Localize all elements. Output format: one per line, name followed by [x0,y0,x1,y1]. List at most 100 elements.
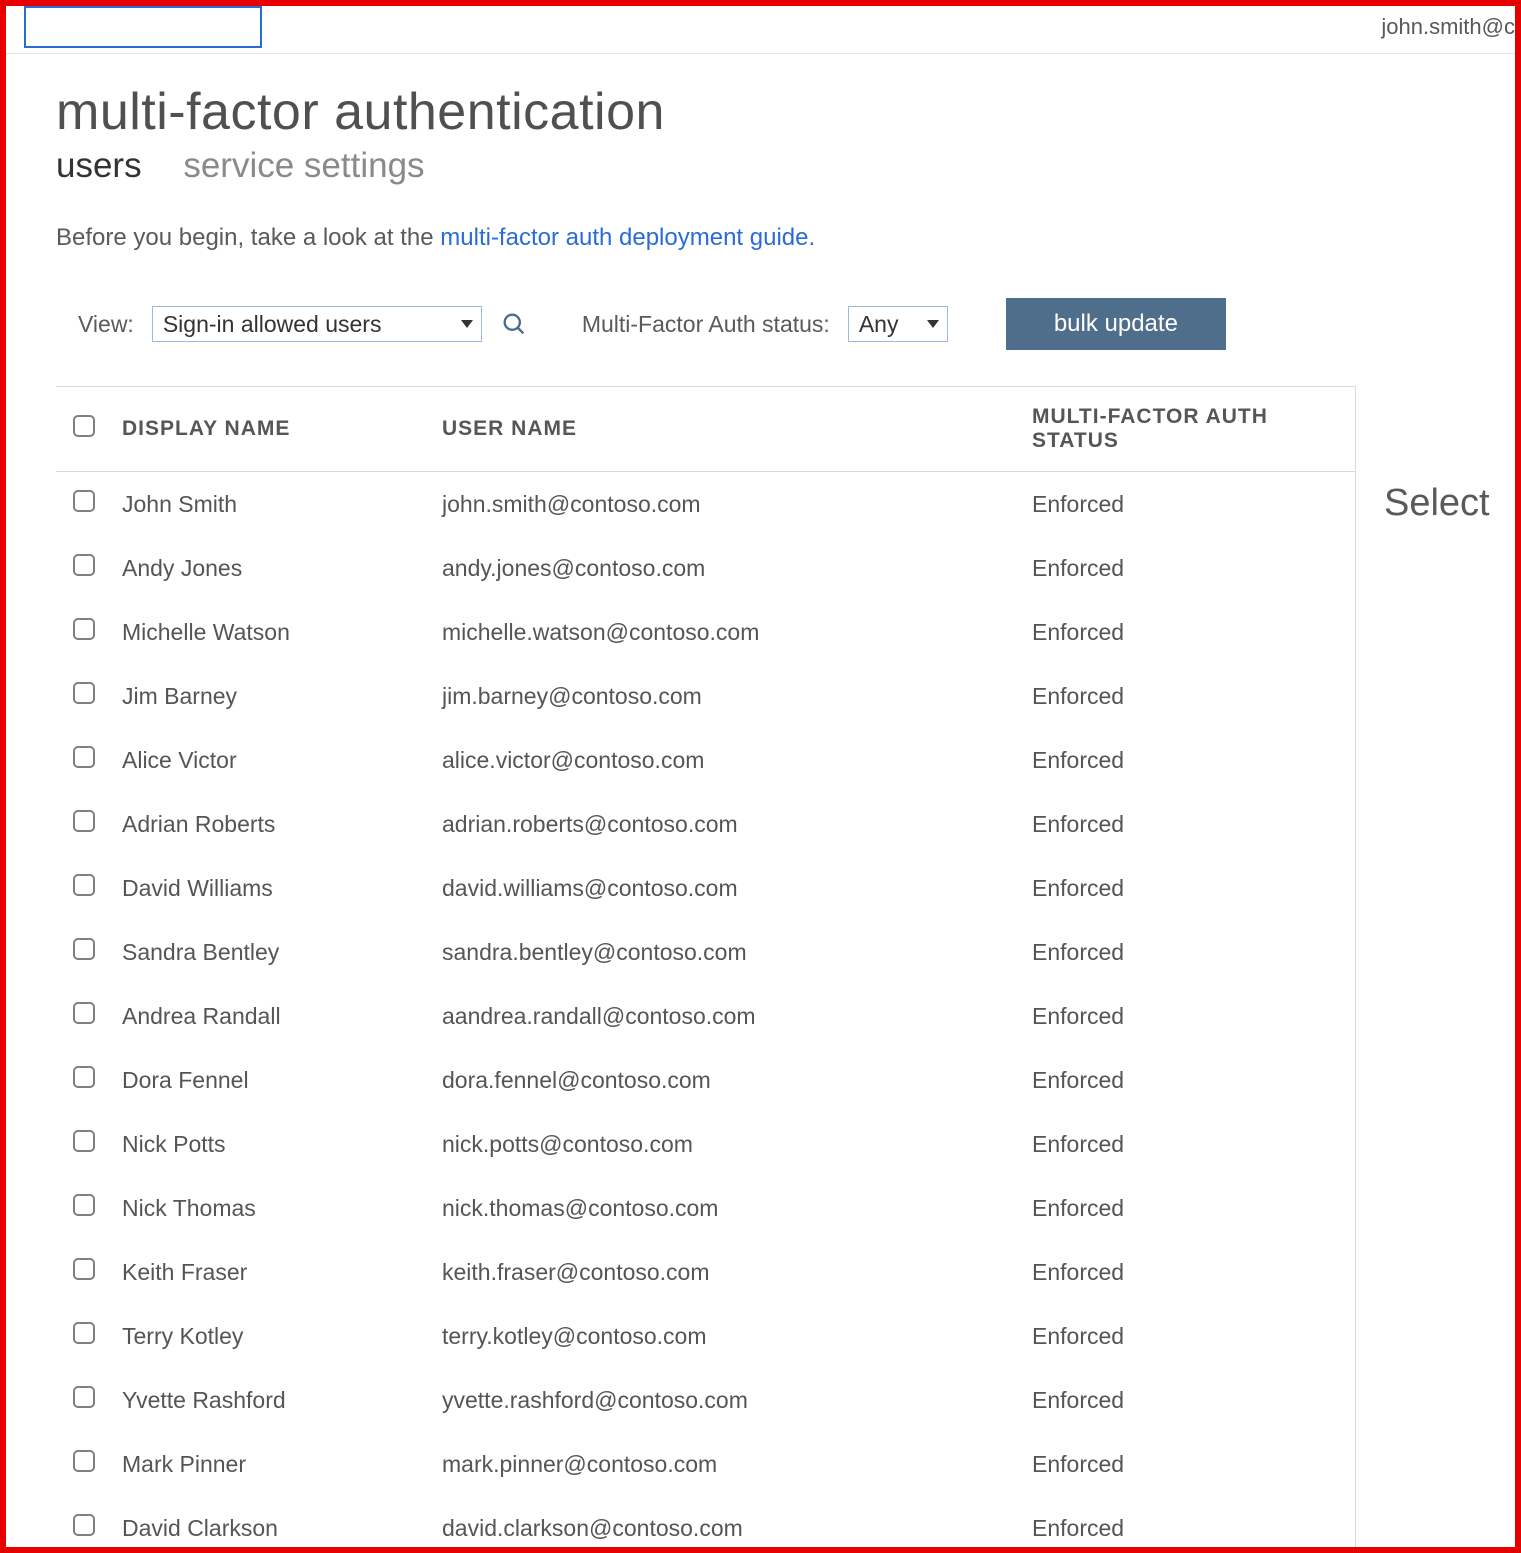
tab-service-settings[interactable]: service settings [183,146,424,186]
mfa-status-select-value: Any [859,311,899,338]
page-title: multi-factor authentication [56,82,1515,142]
cell-user-name: nick.potts@contoso.com [432,1112,1022,1176]
row-checkbox[interactable] [73,1322,95,1344]
cell-mfa-status: Enforced [1022,984,1355,1048]
mfa-status-select[interactable]: Any [848,306,948,342]
account-email[interactable]: john.smith@c [1381,14,1515,40]
content-area: multi-factor authentication users servic… [6,54,1515,1553]
cell-display-name: Mark Pinner [112,1432,432,1496]
row-checkbox[interactable] [73,810,95,832]
cell-user-name: yvette.rashford@contoso.com [432,1368,1022,1432]
page-tabs: users service settings [56,146,1515,186]
tab-users[interactable]: users [56,146,142,186]
row-checkbox[interactable] [73,554,95,576]
row-checkbox[interactable] [73,1130,95,1152]
cell-mfa-status: Enforced [1022,792,1355,856]
table-row[interactable]: Jim Barneyjim.barney@contoso.comEnforced [56,664,1355,728]
col-display-name[interactable]: DISPLAY NAME [112,387,432,472]
users-table-wrap: DISPLAY NAME USER NAME MULTI-FACTOR AUTH… [56,386,1355,1553]
cell-mfa-status: Enforced [1022,1048,1355,1112]
table-row[interactable]: Yvette Rashfordyvette.rashford@contoso.c… [56,1368,1355,1432]
row-checkbox[interactable] [73,1450,95,1472]
row-checkbox[interactable] [73,1002,95,1024]
cell-display-name: Andrea Randall [112,984,432,1048]
cell-user-name: david.clarkson@contoso.com [432,1496,1022,1553]
cell-user-name: andy.jones@contoso.com [432,536,1022,600]
cell-mfa-status: Enforced [1022,1304,1355,1368]
chevron-down-icon [461,320,473,328]
cell-user-name: adrian.roberts@contoso.com [432,792,1022,856]
cell-user-name: terry.kotley@contoso.com [432,1304,1022,1368]
cell-display-name: David Clarkson [112,1496,432,1553]
cell-mfa-status: Enforced [1022,1176,1355,1240]
cell-display-name: John Smith [112,472,432,537]
row-checkbox[interactable] [73,1514,95,1536]
table-row[interactable]: John Smithjohn.smith@contoso.comEnforced [56,472,1355,537]
table-row[interactable]: Sandra Bentleysandra.bentley@contoso.com… [56,920,1355,984]
select-all-checkbox[interactable] [73,415,95,437]
table-row[interactable]: Nick Pottsnick.potts@contoso.comEnforced [56,1112,1355,1176]
table-row[interactable]: Adrian Robertsadrian.roberts@contoso.com… [56,792,1355,856]
row-checkbox[interactable] [73,938,95,960]
table-row[interactable]: Terry Kotleyterry.kotley@contoso.comEnfo… [56,1304,1355,1368]
row-checkbox[interactable] [73,874,95,896]
cell-mfa-status: Enforced [1022,600,1355,664]
chevron-down-icon [927,320,939,328]
row-checkbox[interactable] [73,1066,95,1088]
table-row[interactable]: Keith Fraserkeith.fraser@contoso.comEnfo… [56,1240,1355,1304]
table-row[interactable]: Nick Thomasnick.thomas@contoso.comEnforc… [56,1176,1355,1240]
view-select[interactable]: Sign-in allowed users [152,306,482,342]
cell-user-name: david.williams@contoso.com [432,856,1022,920]
cell-display-name: Nick Potts [112,1112,432,1176]
row-checkbox[interactable] [73,746,95,768]
row-checkbox[interactable] [73,490,95,512]
cell-user-name: sandra.bentley@contoso.com [432,920,1022,984]
table-row[interactable]: Mark Pinnermark.pinner@contoso.comEnforc… [56,1432,1355,1496]
row-checkbox[interactable] [73,618,95,640]
users-table: DISPLAY NAME USER NAME MULTI-FACTOR AUTH… [56,386,1355,1553]
table-row[interactable]: Alice Victoralice.victor@contoso.comEnfo… [56,728,1355,792]
bulk-update-button[interactable]: bulk update [1006,298,1226,350]
row-checkbox[interactable] [73,1386,95,1408]
cell-mfa-status: Enforced [1022,856,1355,920]
cell-display-name: Michelle Watson [112,600,432,664]
cell-mfa-status: Enforced [1022,1240,1355,1304]
cell-display-name: Adrian Roberts [112,792,432,856]
view-label: View: [78,311,134,338]
deployment-guide-link[interactable]: multi-factor auth deployment guide. [440,224,815,251]
row-checkbox[interactable] [73,1194,95,1216]
cell-mfa-status: Enforced [1022,1368,1355,1432]
cell-mfa-status: Enforced [1022,536,1355,600]
table-row[interactable]: Andrea Randallaandrea.randall@contoso.co… [56,984,1355,1048]
side-panel-hint: Select [1384,482,1490,524]
cell-display-name: Andy Jones [112,536,432,600]
table-row[interactable]: Michelle Watsonmichelle.watson@contoso.c… [56,600,1355,664]
row-checkbox[interactable] [73,1258,95,1280]
cell-display-name: Sandra Bentley [112,920,432,984]
cell-user-name: alice.victor@contoso.com [432,728,1022,792]
cell-display-name: Terry Kotley [112,1304,432,1368]
cell-user-name: aandrea.randall@contoso.com [432,984,1022,1048]
table-row[interactable]: Andy Jonesandy.jones@contoso.comEnforced [56,536,1355,600]
main-row: DISPLAY NAME USER NAME MULTI-FACTOR AUTH… [56,386,1515,1553]
cell-display-name: Dora Fennel [112,1048,432,1112]
cell-mfa-status: Enforced [1022,1432,1355,1496]
cell-user-name: mark.pinner@contoso.com [432,1432,1022,1496]
side-panel: Select [1355,386,1515,1553]
table-row[interactable]: David Clarksondavid.clarkson@contoso.com… [56,1496,1355,1553]
cell-display-name: Alice Victor [112,728,432,792]
mfa-status-label: Multi-Factor Auth status: [582,311,830,338]
table-row[interactable]: Dora Fenneldora.fennel@contoso.comEnforc… [56,1048,1355,1112]
cell-user-name: john.smith@contoso.com [432,472,1022,537]
col-user-name[interactable]: USER NAME [432,387,1022,472]
cell-user-name: keith.fraser@contoso.com [432,1240,1022,1304]
cell-user-name: jim.barney@contoso.com [432,664,1022,728]
intro-text: Before you begin, take a look at the mul… [56,224,1515,252]
cell-display-name: Keith Fraser [112,1240,432,1304]
logo-placeholder [24,6,262,48]
cell-user-name: dora.fennel@contoso.com [432,1048,1022,1112]
row-checkbox[interactable] [73,682,95,704]
table-row[interactable]: David Williamsdavid.williams@contoso.com… [56,856,1355,920]
search-icon[interactable] [500,310,528,338]
col-mfa-status[interactable]: MULTI-FACTOR AUTH STATUS [1022,387,1355,472]
